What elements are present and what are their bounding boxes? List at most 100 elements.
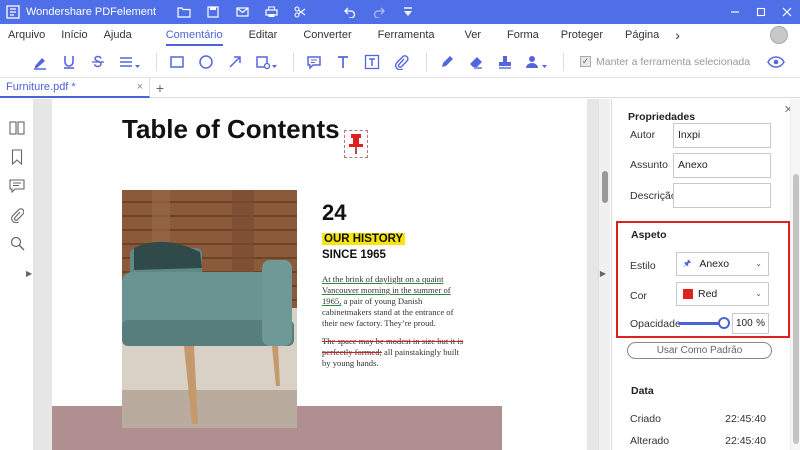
attachments-panel-icon[interactable] [0,200,34,229]
attachment-pin-annotation[interactable] [344,130,368,158]
maximize-icon[interactable] [748,0,774,24]
stamp-icon[interactable] [493,50,517,74]
scissors-icon[interactable] [292,4,308,20]
comment-toolbar: ✓ Manter a ferramenta selecionada [0,46,800,78]
paragraph-1-text: a pair of young Danish cabinetmakers sta… [322,296,454,328]
close-icon[interactable] [774,0,800,24]
opacity-value: 100 [736,318,753,329]
menu-forma[interactable]: Forma [499,24,547,46]
menu-more-chevron-icon[interactable]: › [667,24,688,46]
tab-close-icon[interactable]: × [137,81,143,93]
date-title: Data [631,385,654,397]
shape-more-icon[interactable] [252,50,280,74]
highlight-icon[interactable] [28,50,52,74]
pushpin-icon: 🖈 [683,258,692,268]
eraser-icon[interactable] [464,50,488,74]
author-field[interactable]: Inxpi [673,123,771,148]
style-label: Estilo [630,260,656,272]
keep-tool-checkbox[interactable]: ✓ [580,56,591,67]
signature-icon[interactable] [522,50,550,74]
panel-scrollbar[interactable] [790,99,800,450]
redo-icon[interactable] [371,4,387,20]
description-label: Descrição [630,190,677,202]
bookmark-icon[interactable] [0,142,34,171]
pdf-page[interactable]: Table of Contents 24 OUR HISTORY SINCE 1… [52,99,587,450]
since-heading: SINCE 1965 [322,249,386,261]
color-dropdown[interactable]: Red ⌄ [676,282,769,306]
save-icon[interactable] [205,4,221,20]
panel-scroll-thumb[interactable] [793,174,799,444]
menu-arquivo[interactable]: Arquivo [0,24,53,46]
document-viewer[interactable]: Table of Contents 24 OUR HISTORY SINCE 1… [34,99,610,450]
circle-icon[interactable] [194,50,218,74]
keep-tool-label: Manter a ferramenta selecionada [596,55,751,68]
properties-panel: ✕ Propriedades Autor Inxpi Assunto Anexo… [611,99,800,450]
color-value: Red [698,288,718,300]
document-scroll-thumb[interactable] [602,171,608,203]
subject-field[interactable]: Anexo [673,153,771,178]
keep-tool-selected[interactable]: ✓ Manter a ferramenta selecionada [580,56,750,68]
opacity-label: Opacidade [630,318,681,330]
left-panel-expand-icon[interactable]: ▶ [26,269,34,281]
pencil-icon[interactable] [435,50,459,74]
color-swatch [683,289,693,299]
thumbnails-icon[interactable] [0,113,34,142]
menu-proteger[interactable]: Proteger [553,24,611,46]
menu-ver[interactable]: Ver [457,24,490,46]
menu-pagina[interactable]: Página [617,24,667,46]
pushpin-icon [349,134,363,154]
undo-icon[interactable] [342,4,358,20]
style-dropdown[interactable]: 🖈 Anexo ⌄ [676,252,769,276]
description-field[interactable] [673,183,771,208]
tab-furniture[interactable]: Furniture.pdf * × [0,77,150,98]
rectangle-icon[interactable] [165,50,189,74]
textbox-icon[interactable] [331,50,355,74]
eye-icon[interactable] [764,50,788,74]
tab-label: Furniture.pdf * [6,80,76,93]
history-heading: OUR HISTORY [322,233,406,245]
created-value: 22:45:40 [725,413,766,425]
page-number-heading: 24 [322,200,347,225]
modified-label: Alterado [630,435,670,447]
opacity-unit: % [756,318,765,329]
user-avatar[interactable] [770,26,788,44]
arrow-icon[interactable] [223,50,247,74]
menu-ferramenta[interactable]: Ferramenta [370,24,443,46]
menu-inicio[interactable]: Início [53,24,95,46]
modified-value: 22:45:40 [725,435,766,447]
menu-ajuda[interactable]: Ajuda [96,24,140,46]
attachment-icon[interactable] [389,50,413,74]
comments-panel-icon[interactable] [0,171,34,200]
typewriter-icon[interactable] [360,50,384,74]
underline-icon[interactable] [57,50,81,74]
print-icon[interactable] [263,4,279,20]
strikethrough-icon[interactable] [86,50,110,74]
aspect-title: Aspeto [631,229,667,241]
opacity-slider-handle[interactable] [718,317,730,329]
left-sidebar: ▶ [0,99,34,450]
search-icon[interactable] [0,229,34,258]
dropdown-icon[interactable] [400,4,416,20]
sofa-photo [122,190,297,428]
right-panel-toggle-icon[interactable]: ▶ [600,269,606,278]
document-tab-bar: Furniture.pdf * × + [0,77,800,98]
doc-title: Table of Contents [122,114,340,144]
note-icon[interactable] [302,50,326,74]
chevron-down-icon: ⌄ [755,289,762,298]
mail-icon[interactable] [234,4,250,20]
menu-comentario[interactable]: Comentário [158,24,231,46]
history-paragraph-2: The space may be modest in size but it i… [322,336,467,369]
created-label: Criado [630,413,661,425]
author-label: Autor [630,129,656,141]
opacity-input[interactable]: 100 % [732,313,769,334]
properties-title: Propriedades [628,111,696,123]
minimize-icon[interactable] [722,0,748,24]
folder-icon[interactable] [176,4,192,20]
title-bar: Wondershare PDFelement [0,0,800,24]
replace-text-icon[interactable] [115,50,143,74]
color-label: Cor [630,290,647,302]
menu-converter[interactable]: Converter [295,24,359,46]
use-as-default-button[interactable]: Usar Como Padrão [627,342,772,359]
new-tab-button[interactable]: + [150,80,170,96]
menu-editar[interactable]: Editar [241,24,286,46]
